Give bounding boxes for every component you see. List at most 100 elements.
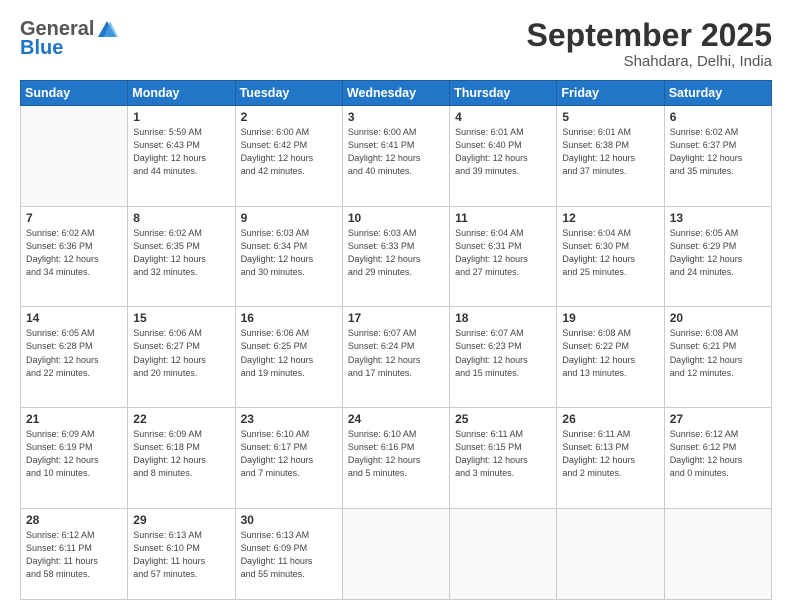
calendar-cell: 17Sunrise: 6:07 AMSunset: 6:24 PMDayligh…: [342, 307, 449, 408]
calendar-cell: 21 Sunrise: 6:09 AMSunset: 6:19 PMDayligh…: [21, 408, 128, 509]
calendar-cell: 25 Sunrise: 6:11 AMSunset: 6:15 PMDayligh…: [450, 408, 557, 509]
calendar-week-5: 28 Sunrise: 6:12 AMSunset: 6:11 PMDayligh…: [21, 508, 772, 599]
calendar-cell: 18 Sunrise: 6:07 AMSunset: 6:23 PMDayligh…: [450, 307, 557, 408]
weekday-header-wednesday: Wednesday: [342, 81, 449, 106]
day-info: Sunrise: 6:02 AMSunset: 6:35 PMDaylight:…: [133, 227, 229, 279]
day-info: Sunrise: 6:04 AMSunset: 6:31 PMDaylight:…: [455, 227, 551, 279]
calendar-week-2: 7 Sunrise: 6:02 AMSunset: 6:36 PMDaylight…: [21, 206, 772, 307]
day-info: Sunrise: 6:03 AMSunset: 6:33 PMDaylight:…: [348, 227, 444, 279]
calendar-cell: 12Sunrise: 6:04 AMSunset: 6:30 PMDayligh…: [557, 206, 664, 307]
calendar-cell: 5 Sunrise: 6:01 AMSunset: 6:38 PMDaylight…: [557, 106, 664, 207]
day-info: Sunrise: 6:06 AMSunset: 6:25 PMDaylight:…: [241, 327, 337, 379]
calendar-cell: 6 Sunrise: 6:02 AMSunset: 6:37 PMDaylight…: [664, 106, 771, 207]
calendar-cell: 14Sunrise: 6:05 AMSunset: 6:28 PMDayligh…: [21, 307, 128, 408]
calendar-cell: 1Sunrise: 5:59 AMSunset: 6:43 PMDaylight…: [128, 106, 235, 207]
day-number: 18: [455, 311, 551, 325]
day-number: 9: [241, 211, 337, 225]
day-info: Sunrise: 6:08 AMSunset: 6:21 PMDaylight:…: [670, 327, 766, 379]
day-number: 23: [241, 412, 337, 426]
day-number: 30: [241, 513, 337, 527]
calendar-cell: 10 Sunrise: 6:03 AMSunset: 6:33 PMDayligh…: [342, 206, 449, 307]
day-number: 19: [562, 311, 658, 325]
page: General Blue September 2025 Shahdara, De…: [0, 0, 792, 612]
calendar-cell: 2Sunrise: 6:00 AMSunset: 6:42 PMDaylight…: [235, 106, 342, 207]
day-info: Sunrise: 6:09 AMSunset: 6:19 PMDaylight:…: [26, 428, 122, 480]
day-info: Sunrise: 6:04 AMSunset: 6:30 PMDaylight:…: [562, 227, 658, 279]
day-number: 7: [26, 211, 122, 225]
logo-blue-text: Blue: [20, 37, 63, 60]
day-number: 13: [670, 211, 766, 225]
day-number: 15: [133, 311, 229, 325]
calendar-cell: 27 Sunrise: 6:12 AMSunset: 6:12 PMDayligh…: [664, 408, 771, 509]
calendar-cell: [664, 508, 771, 599]
weekday-header-thursday: Thursday: [450, 81, 557, 106]
day-info: Sunrise: 6:12 AMSunset: 6:11 PMDaylight:…: [26, 529, 122, 581]
calendar-header-row: SundayMondayTuesdayWednesdayThursdayFrid…: [21, 81, 772, 106]
day-info: Sunrise: 6:10 AMSunset: 6:17 PMDaylight:…: [241, 428, 337, 480]
day-number: 27: [670, 412, 766, 426]
day-info: Sunrise: 5:59 AMSunset: 6:43 PMDaylight:…: [133, 126, 229, 178]
weekday-header-sunday: Sunday: [21, 81, 128, 106]
calendar-week-4: 21 Sunrise: 6:09 AMSunset: 6:19 PMDayligh…: [21, 408, 772, 509]
day-info: Sunrise: 6:10 AMSunset: 6:16 PMDaylight:…: [348, 428, 444, 480]
day-number: 10: [348, 211, 444, 225]
day-info: Sunrise: 6:09 AMSunset: 6:18 PMDaylight:…: [133, 428, 229, 480]
header: General Blue September 2025 Shahdara, De…: [20, 18, 772, 70]
day-number: 6: [670, 110, 766, 124]
calendar-cell: [557, 508, 664, 599]
day-info: Sunrise: 6:00 AMSunset: 6:41 PMDaylight:…: [348, 126, 444, 178]
day-number: 26: [562, 412, 658, 426]
day-number: 29: [133, 513, 229, 527]
day-info: Sunrise: 6:00 AMSunset: 6:42 PMDaylight:…: [241, 126, 337, 178]
weekday-header-tuesday: Tuesday: [235, 81, 342, 106]
day-info: Sunrise: 6:03 AMSunset: 6:34 PMDaylight:…: [241, 227, 337, 279]
calendar-cell: 30 Sunrise: 6:13 AMSunset: 6:09 PMDayligh…: [235, 508, 342, 599]
logo-icon: [96, 19, 118, 41]
month-title: September 2025: [527, 18, 772, 53]
day-number: 4: [455, 110, 551, 124]
day-number: 5: [562, 110, 658, 124]
day-number: 16: [241, 311, 337, 325]
calendar-cell: 22 Sunrise: 6:09 AMSunset: 6:18 PMDayligh…: [128, 408, 235, 509]
location-text: Shahdara, Delhi, India: [527, 53, 772, 70]
calendar-table: SundayMondayTuesdayWednesdayThursdayFrid…: [20, 80, 772, 600]
day-info: Sunrise: 6:05 AMSunset: 6:29 PMDaylight:…: [670, 227, 766, 279]
calendar-cell: 4 Sunrise: 6:01 AMSunset: 6:40 PMDaylight…: [450, 106, 557, 207]
weekday-header-monday: Monday: [128, 81, 235, 106]
calendar-cell: 9 Sunrise: 6:03 AMSunset: 6:34 PMDaylight…: [235, 206, 342, 307]
calendar-cell: [21, 106, 128, 207]
day-info: Sunrise: 6:12 AMSunset: 6:12 PMDaylight:…: [670, 428, 766, 480]
calendar-cell: 29 Sunrise: 6:13 AMSunset: 6:10 PMDayligh…: [128, 508, 235, 599]
day-info: Sunrise: 6:08 AMSunset: 6:22 PMDaylight:…: [562, 327, 658, 379]
day-number: 11: [455, 211, 551, 225]
calendar-cell: 26Sunrise: 6:11 AMSunset: 6:13 PMDayligh…: [557, 408, 664, 509]
calendar-cell: 24 Sunrise: 6:10 AMSunset: 6:16 PMDayligh…: [342, 408, 449, 509]
day-number: 22: [133, 412, 229, 426]
calendar-cell: 15 Sunrise: 6:06 AMSunset: 6:27 PMDayligh…: [128, 307, 235, 408]
calendar-cell: 8Sunrise: 6:02 AMSunset: 6:35 PMDaylight…: [128, 206, 235, 307]
day-info: Sunrise: 6:06 AMSunset: 6:27 PMDaylight:…: [133, 327, 229, 379]
title-block: September 2025 Shahdara, Delhi, India: [527, 18, 772, 70]
day-number: 24: [348, 412, 444, 426]
day-number: 3: [348, 110, 444, 124]
day-number: 14: [26, 311, 122, 325]
calendar-cell: 16 Sunrise: 6:06 AMSunset: 6:25 PMDayligh…: [235, 307, 342, 408]
day-info: Sunrise: 6:02 AMSunset: 6:36 PMDaylight:…: [26, 227, 122, 279]
day-number: 25: [455, 412, 551, 426]
day-info: Sunrise: 6:11 AMSunset: 6:15 PMDaylight:…: [455, 428, 551, 480]
calendar-cell: [342, 508, 449, 599]
day-info: Sunrise: 6:13 AMSunset: 6:09 PMDaylight:…: [241, 529, 337, 581]
calendar-week-3: 14Sunrise: 6:05 AMSunset: 6:28 PMDayligh…: [21, 307, 772, 408]
day-info: Sunrise: 6:07 AMSunset: 6:23 PMDaylight:…: [455, 327, 551, 379]
calendar-cell: 3 Sunrise: 6:00 AMSunset: 6:41 PMDaylight…: [342, 106, 449, 207]
day-info: Sunrise: 6:13 AMSunset: 6:10 PMDaylight:…: [133, 529, 229, 581]
day-info: Sunrise: 6:02 AMSunset: 6:37 PMDaylight:…: [670, 126, 766, 178]
weekday-header-saturday: Saturday: [664, 81, 771, 106]
day-number: 21: [26, 412, 122, 426]
day-info: Sunrise: 6:01 AMSunset: 6:40 PMDaylight:…: [455, 126, 551, 178]
day-info: Sunrise: 6:07 AMSunset: 6:24 PMDaylight:…: [348, 327, 444, 379]
day-number: 28: [26, 513, 122, 527]
day-info: Sunrise: 6:01 AMSunset: 6:38 PMDaylight:…: [562, 126, 658, 178]
calendar-cell: 28 Sunrise: 6:12 AMSunset: 6:11 PMDayligh…: [21, 508, 128, 599]
day-number: 20: [670, 311, 766, 325]
